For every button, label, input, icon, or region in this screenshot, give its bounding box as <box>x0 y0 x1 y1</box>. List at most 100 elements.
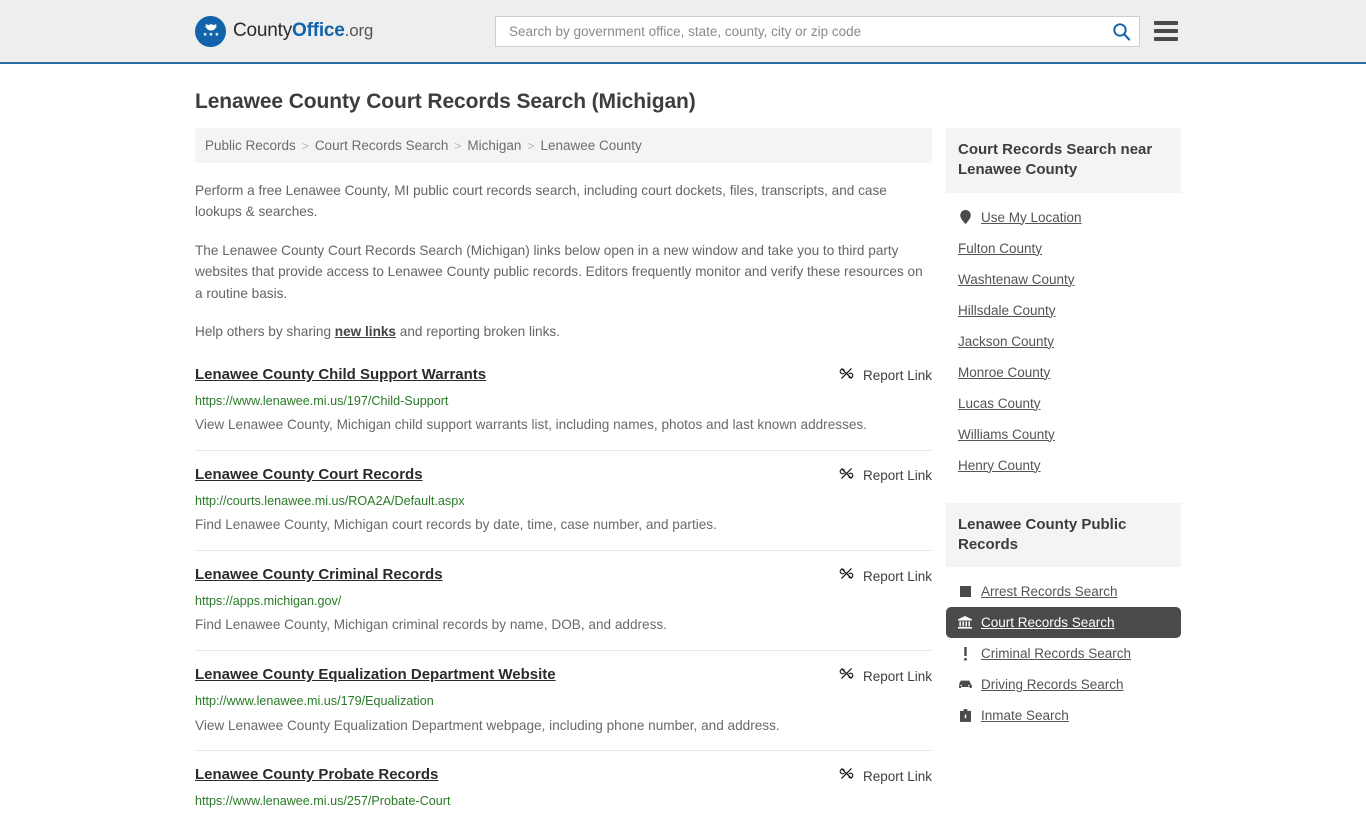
sidebar-item-label: Williams County <box>958 426 1055 442</box>
main-column: Public Records > Court Records Search > … <box>195 128 932 838</box>
hamburger-bar <box>1154 29 1178 33</box>
result-description: View Lenawee County, Michigan child supp… <box>195 417 868 433</box>
sidebar-public-records-block: Lenawee County Public Records Arrest Rec… <box>946 502 1181 732</box>
result-title-link[interactable]: Lenawee County Probate Records <box>195 765 438 785</box>
result-title-link[interactable]: Lenawee County Criminal Records <box>195 565 443 585</box>
breadcrumb-item-michigan[interactable]: Michigan <box>467 138 521 153</box>
square-icon <box>958 586 972 597</box>
result-title-link[interactable]: Lenawee County Court Records <box>195 465 423 485</box>
sidebar-item-arrest-records-search[interactable]: Arrest Records Search <box>946 576 1181 607</box>
result-title-link[interactable]: Lenawee County Child Support Warrants <box>195 365 486 385</box>
breadcrumb-separator: > <box>454 138 462 153</box>
new-links-link[interactable]: new links <box>335 324 396 339</box>
sidebar-item-driving-records-search[interactable]: Driving Records Search <box>946 669 1181 700</box>
broken-link-icon <box>839 466 854 486</box>
hamburger-bar <box>1154 21 1178 25</box>
sidebar-item-label: Criminal Records Search <box>981 646 1132 661</box>
intro-p3-before: Help others by sharing <box>195 324 335 340</box>
sidebar-item-label: Arrest Records Search <box>981 584 1118 599</box>
sidebar-item-washtenaw-county[interactable]: Washtenaw County <box>946 264 1181 295</box>
search-box[interactable] <box>495 15 1140 47</box>
sidebar-item-williams-county[interactable]: Williams County <box>946 419 1181 450</box>
report-link-label: Report Link <box>862 568 932 584</box>
result-url[interactable]: https://www.lenawee.mi.us/197/Child-Supp… <box>195 393 932 409</box>
sidebar-nearby-heading: Court Records Search near Lenawee County <box>946 128 1181 193</box>
sidebar-nearby-block: Court Records Search near Lenawee County… <box>946 128 1181 481</box>
result-header: Lenawee County Equalization Department W… <box>195 665 932 686</box>
result-item: Lenawee County Court Records Report Link <box>195 465 932 552</box>
search-input[interactable] <box>507 22 1112 40</box>
breadcrumb: Public Records > Court Records Search > … <box>195 128 932 163</box>
site-logo[interactable]: CountyOffice.org <box>195 15 373 47</box>
results-list: Lenawee County Child Support Warrants Re… <box>195 365 932 824</box>
sidebar-item-court-records-search[interactable]: Court Records Search <box>946 607 1181 638</box>
result-item: Lenawee County Child Support Warrants Re… <box>195 365 932 451</box>
breadcrumb-item-public-records[interactable]: Public Records <box>205 138 296 153</box>
report-link-button[interactable]: Report Link <box>839 765 932 786</box>
intro-paragraph-3: Help others by sharing new links and rep… <box>195 321 932 342</box>
sidebar-item-jackson-county[interactable]: Jackson County <box>946 326 1181 357</box>
page-container: Lenawee County Court Records Search (Mic… <box>0 90 1366 838</box>
search-icon[interactable] <box>1112 22 1131 41</box>
result-description: Find Lenawee County, Michigan criminal r… <box>195 617 667 633</box>
courthouse-icon <box>958 616 972 629</box>
report-link-button[interactable]: Report Link <box>839 465 932 486</box>
sidebar-item-label: Fulton County <box>958 240 1043 256</box>
sidebar-item-label: Jackson County <box>958 333 1055 349</box>
inmate-icon <box>958 709 972 722</box>
sidebar-item-label: Monroe County <box>958 364 1051 380</box>
result-item: Lenawee County Equalization Department W… <box>195 665 932 752</box>
result-item: Lenawee County Criminal Records Report L… <box>195 565 932 652</box>
sidebar: Court Records Search near Lenawee County… <box>946 128 1181 753</box>
result-item: Lenawee County Probate Records Report Li… <box>195 765 932 823</box>
result-url[interactable]: http://courts.lenawee.mi.us/ROA2A/Defaul… <box>195 493 932 509</box>
sidebar-public-records-list: Arrest Records Search Court Records Sear… <box>946 567 1181 731</box>
sidebar-item-label: Hillsdale County <box>958 302 1056 318</box>
sidebar-item-fulton-county[interactable]: Fulton County <box>946 233 1181 264</box>
result-description: Find Lenawee County, Michigan court reco… <box>195 517 717 533</box>
sidebar-item-label: Use My Location <box>981 209 1082 225</box>
site-header: CountyOffice.org <box>0 0 1366 64</box>
sidebar-item-label: Inmate Search <box>981 708 1069 723</box>
report-link-button[interactable]: Report Link <box>839 665 932 686</box>
result-url[interactable]: http://www.lenawee.mi.us/179/Equalizatio… <box>195 693 932 709</box>
sidebar-item-label: Court Records Search <box>981 615 1115 630</box>
report-link-button[interactable]: Report Link <box>839 365 932 386</box>
broken-link-icon <box>839 666 854 686</box>
intro-paragraph-1: Perform a free Lenawee County, MI public… <box>195 183 887 220</box>
sidebar-item-henry-county[interactable]: Henry County <box>946 450 1181 481</box>
sidebar-item-hillsdale-county[interactable]: Hillsdale County <box>946 295 1181 326</box>
logo-text-office: Office <box>292 20 345 41</box>
sidebar-item-criminal-records-search[interactable]: Criminal Records Search <box>946 638 1181 669</box>
breadcrumb-separator: > <box>527 138 535 153</box>
report-link-label: Report Link <box>862 768 932 784</box>
result-header: Lenawee County Probate Records Report Li… <box>195 765 932 786</box>
breadcrumb-item-lenawee-county[interactable]: Lenawee County <box>540 138 641 153</box>
sidebar-item-use-my-location[interactable]: Use My Location <box>946 202 1181 233</box>
broken-link-icon <box>839 366 854 386</box>
eagle-badge-icon <box>195 15 226 47</box>
hamburger-menu-icon[interactable] <box>1154 21 1178 41</box>
car-icon <box>958 679 972 690</box>
sidebar-public-records-heading: Lenawee County Public Records <box>946 502 1181 567</box>
result-url[interactable]: https://www.lenawee.mi.us/257/Probate-Co… <box>195 793 932 809</box>
logo-text: CountyOffice.org <box>233 20 373 42</box>
result-description: View Lenawee County Equalization Departm… <box>195 717 780 733</box>
report-link-button[interactable]: Report Link <box>839 565 932 586</box>
header-search-area <box>495 15 1178 47</box>
report-link-label: Report Link <box>862 468 932 484</box>
exclamation-icon <box>958 646 972 661</box>
result-title-link[interactable]: Lenawee County Equalization Department W… <box>195 665 556 685</box>
sidebar-item-lucas-county[interactable]: Lucas County <box>946 388 1181 419</box>
logo-text-org: .org <box>344 21 374 40</box>
intro-p3-after: and reporting broken links. <box>396 324 560 340</box>
breadcrumb-item-court-records-search[interactable]: Court Records Search <box>315 138 449 153</box>
report-link-label: Report Link <box>862 368 932 384</box>
result-header: Lenawee County Child Support Warrants Re… <box>195 365 932 386</box>
report-link-label: Report Link <box>862 668 932 684</box>
sidebar-item-inmate-search[interactable]: Inmate Search <box>946 700 1181 731</box>
intro-paragraph-2: The Lenawee County Court Records Search … <box>195 242 923 301</box>
sidebar-item-monroe-county[interactable]: Monroe County <box>946 357 1181 388</box>
sidebar-nearby-list: Use My Location Fulton County Washtenaw … <box>946 193 1181 481</box>
result-url[interactable]: https://apps.michigan.gov/ <box>195 593 932 609</box>
